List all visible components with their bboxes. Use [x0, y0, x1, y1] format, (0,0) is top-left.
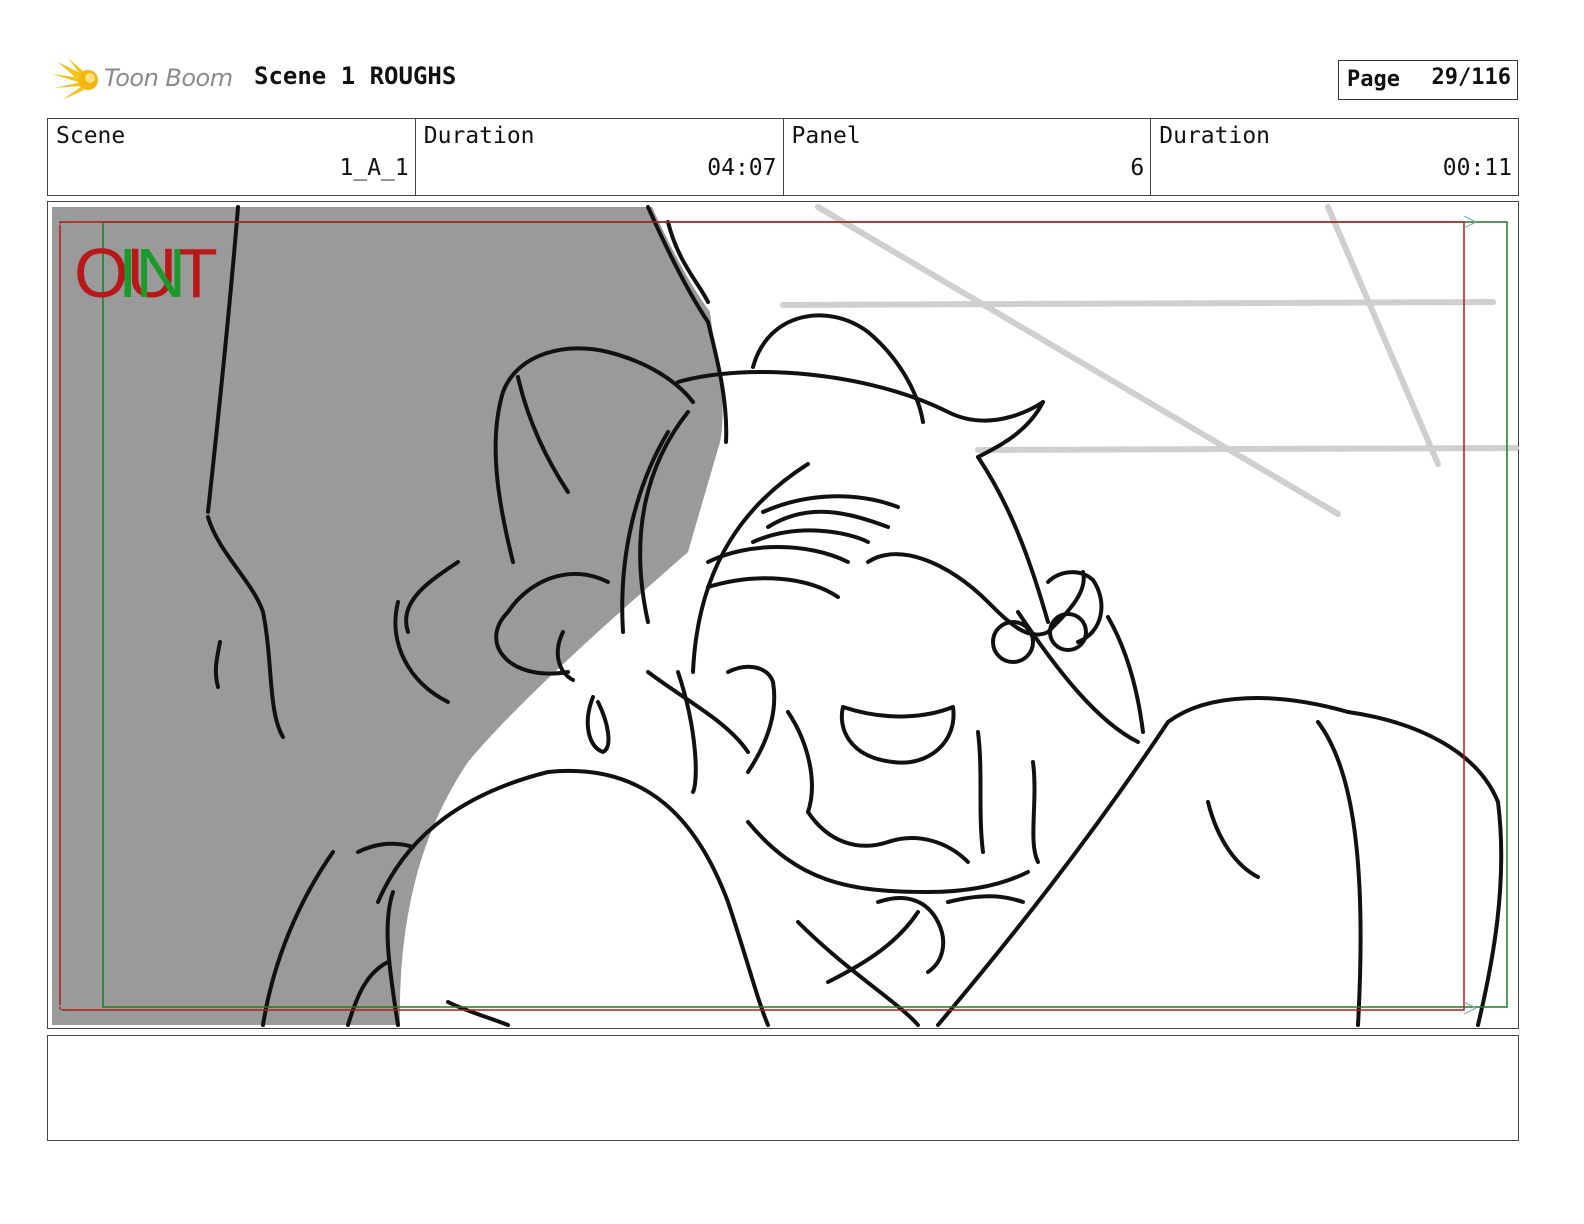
sun-burst-icon — [52, 58, 98, 100]
toon-boom-logo: Toon Boom — [52, 56, 242, 106]
scene-value: 1_A_1 — [339, 155, 409, 181]
scene-duration-value: 04:07 — [707, 155, 777, 181]
panel-duration-label: Duration — [1159, 123, 1271, 149]
in-label: IN — [118, 234, 186, 312]
page-number: 29/116 — [1431, 65, 1511, 90]
panel-duration-cell: Duration 00:11 — [1151, 119, 1518, 195]
panel-label: Panel — [791, 123, 861, 149]
panel-duration-value: 00:11 — [1442, 155, 1512, 181]
panel-drawing — [52, 204, 1519, 1027]
scene-label: Scene — [56, 123, 126, 149]
scene-duration-label: Duration — [423, 123, 535, 149]
scene-cell: Scene 1_A_1 — [48, 119, 416, 195]
panel-notes[interactable] — [47, 1035, 1519, 1141]
page-indicator: Page 29/116 — [1338, 60, 1518, 100]
scene-duration-cell: Duration 04:07 — [416, 119, 784, 195]
page-label: Page — [1347, 67, 1400, 92]
panel-cell: Panel 6 — [784, 119, 1152, 195]
info-bar: Scene 1_A_1 Duration 04:07 Panel 6 Durat… — [47, 118, 1519, 196]
page-title: Scene 1 ROUGHS — [254, 62, 457, 90]
storyboard-panel: OUT IN — [47, 201, 1519, 1029]
logo-text: Toon Boom — [104, 64, 233, 92]
panel-value: 6 — [1130, 155, 1145, 181]
